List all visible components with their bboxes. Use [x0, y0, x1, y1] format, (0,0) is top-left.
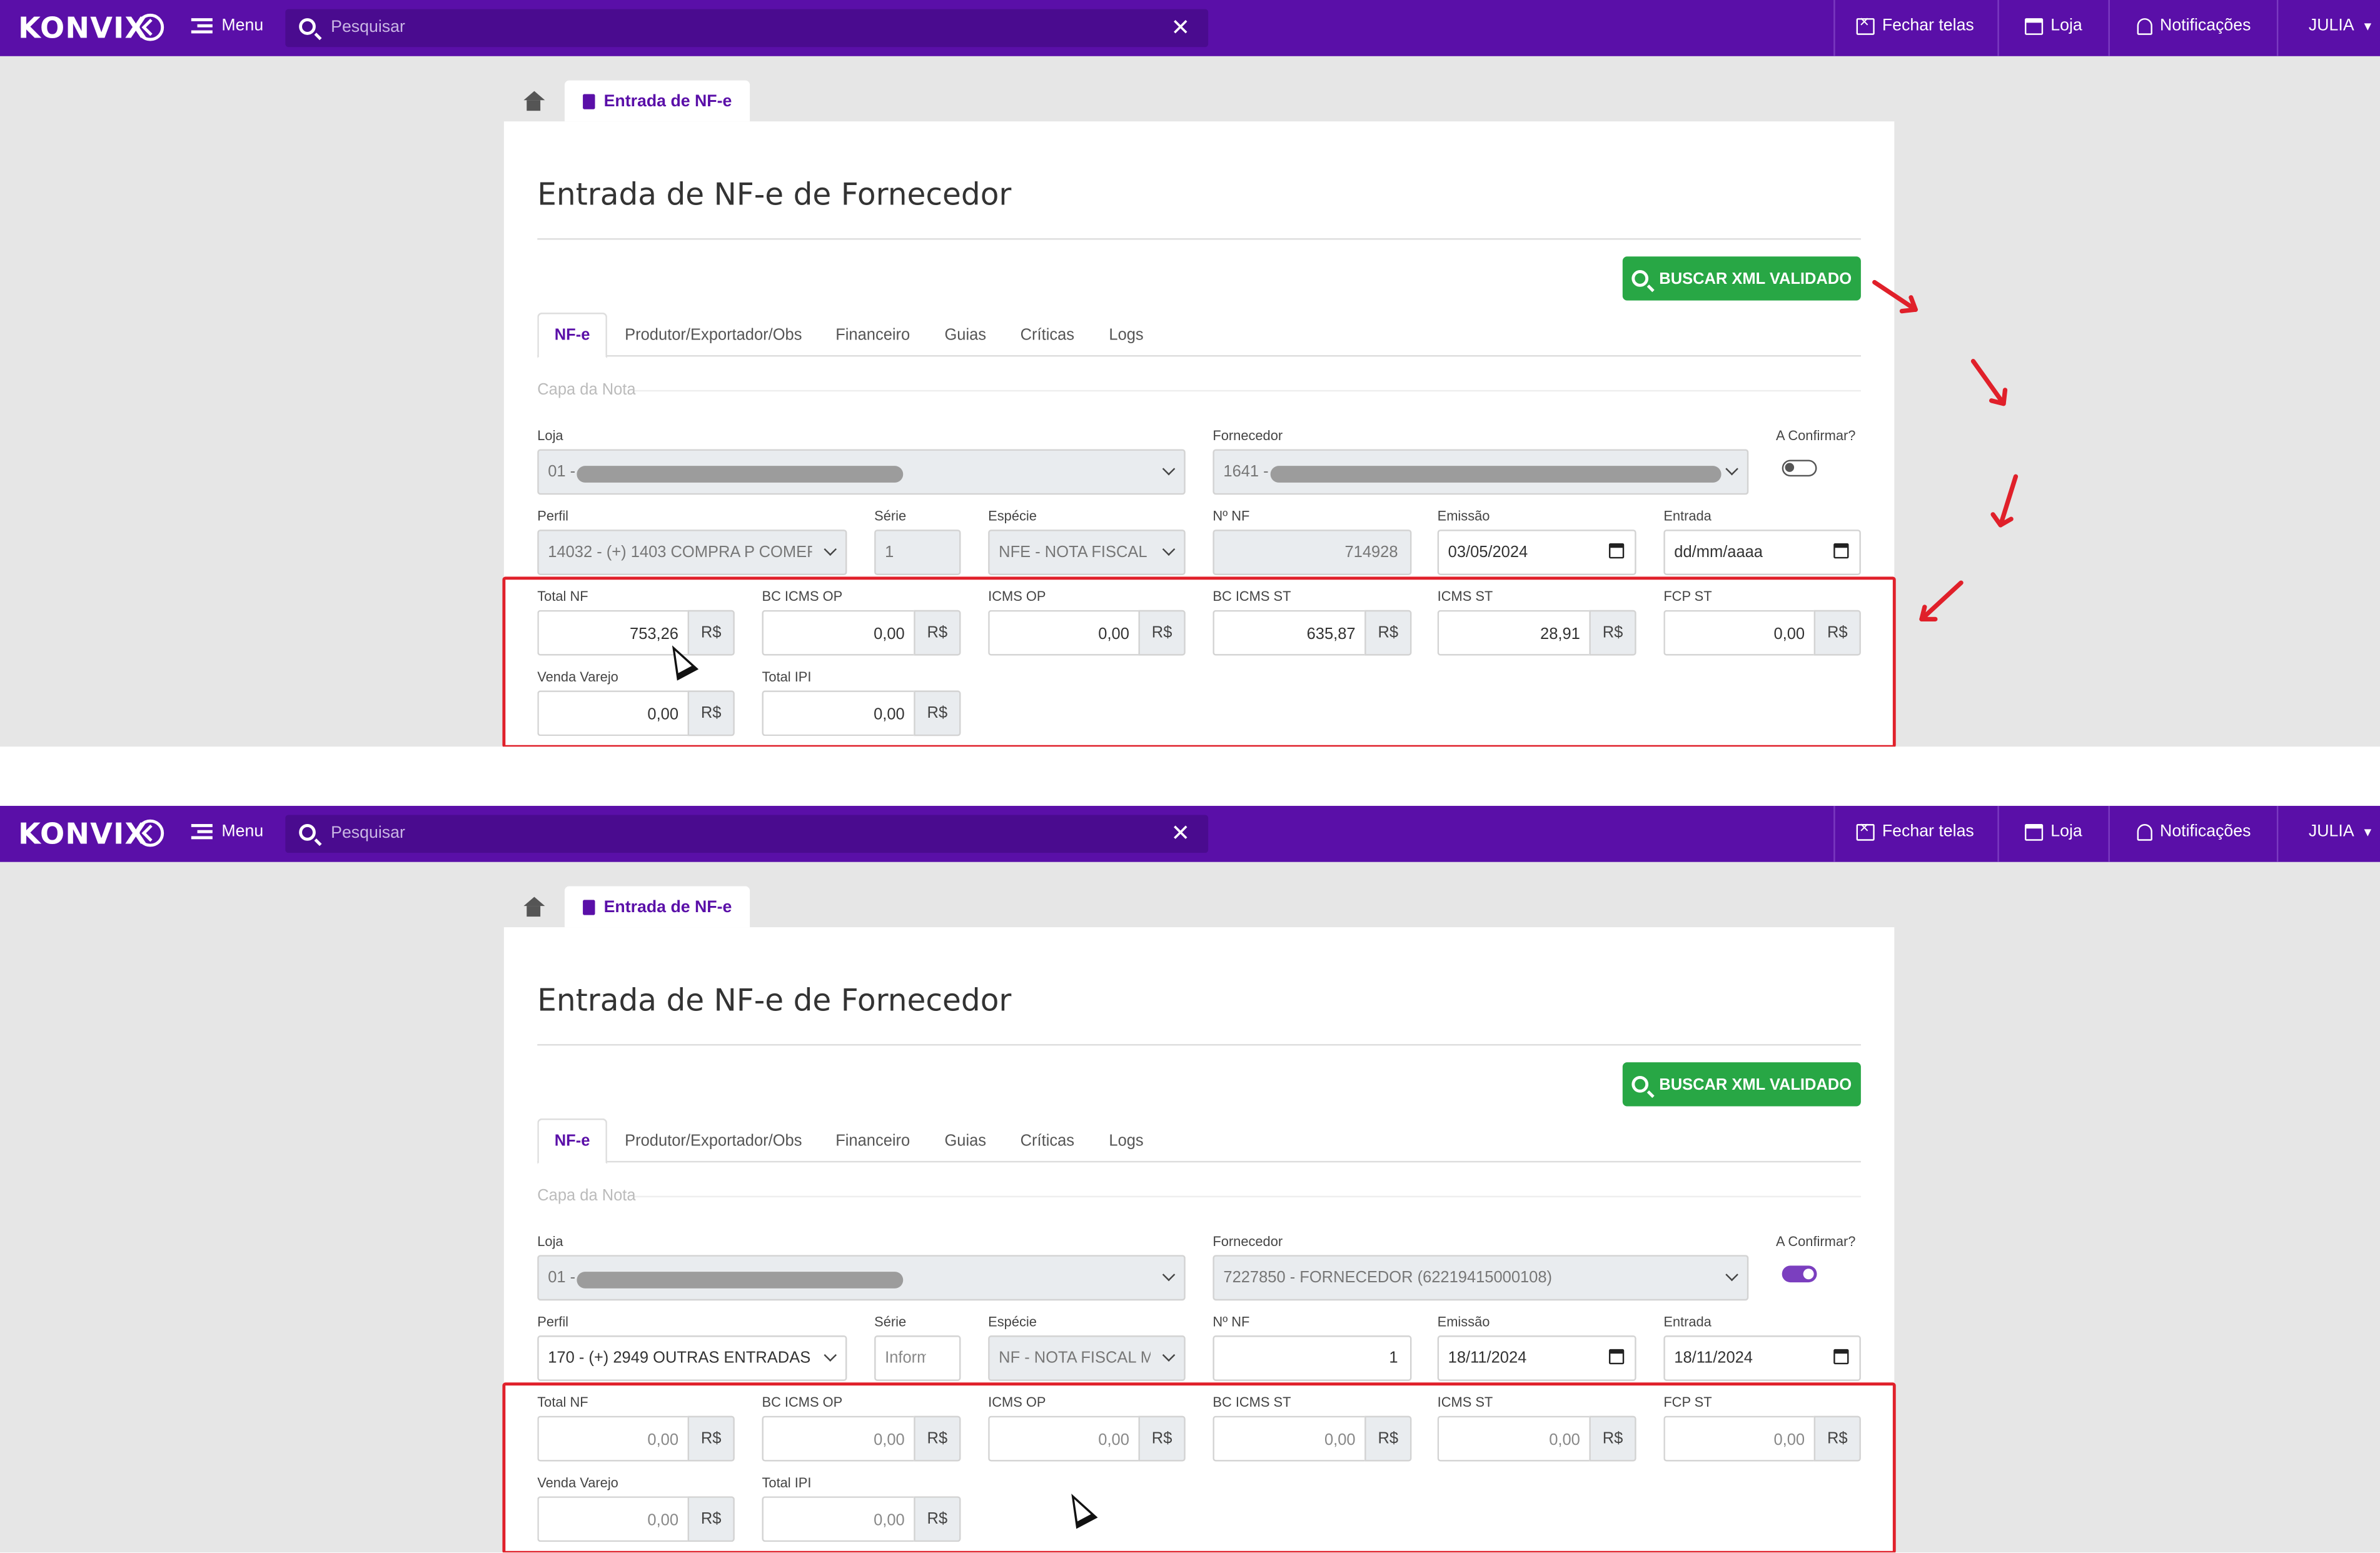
divider [2108, 805, 2110, 862]
fornecedor-select[interactable]: 7227850 - FORNECEDOR (62219415000108) [1213, 1255, 1749, 1301]
nnf-field[interactable]: 1 [1213, 1335, 1412, 1381]
tab-produtor[interactable]: Produtor/Exportador/Obs [622, 1118, 804, 1162]
store-label: Loja [2050, 822, 2082, 841]
tab-nfe[interactable]: NF-e [537, 1118, 607, 1164]
user-menu[interactable]: JULIA ▼ [2309, 823, 2374, 841]
logo-arrow-icon [136, 819, 164, 847]
section-title: Capa da Nota [537, 1187, 636, 1205]
perfil-label: Perfil [537, 1314, 569, 1330]
a-confirmar-label: A Confirmar? [1775, 1234, 1856, 1249]
emissao-value: 18/11/2024 [1448, 1349, 1527, 1367]
user-label: JULIA [2308, 822, 2354, 841]
page-title: Entrada de NF-e de Fornecedor [537, 982, 1012, 1018]
nnf-label: Nº NF [1213, 1314, 1250, 1330]
toggle-knob [1803, 1269, 1814, 1280]
menu-button[interactable]: Menu [191, 823, 263, 841]
loja-label: Loja [537, 1234, 563, 1249]
search-bar[interactable]: Pesquisar ✕ [285, 815, 1209, 853]
close-tabs-button[interactable]: Fechar telas [1856, 819, 1974, 841]
fornecedor-value: 7227850 - FORNECEDOR (62219415000108) [1223, 1269, 1553, 1287]
calendar-icon[interactable] [1608, 1349, 1625, 1365]
chevron-down-icon [1725, 1268, 1738, 1282]
close-tabs-label: Fechar telas [1882, 822, 1974, 841]
loja-select[interactable]: 01 - [537, 1255, 1186, 1301]
especie-label: Espécie [988, 1314, 1037, 1330]
tab-guias[interactable]: Guias [941, 1118, 990, 1162]
menu-label: Menu [221, 822, 264, 841]
divider [2276, 805, 2279, 862]
divider [1833, 805, 1835, 862]
divider [1997, 805, 1999, 862]
chevron-down-icon [1162, 1349, 1176, 1362]
form-tabs: NF-e Produtor/Exportador/Obs Financeiro … [537, 1118, 1861, 1164]
chevron-down-icon: ▼ [2361, 825, 2374, 839]
especie-value: NF - NOTA FISCAL MODE [999, 1349, 1151, 1367]
konvix-logo[interactable]: KONVIX [18, 818, 148, 851]
search-icon [299, 824, 316, 841]
search-icon [1631, 1075, 1649, 1093]
store-icon [2025, 823, 2044, 840]
search-input[interactable]: Pesquisar [331, 824, 405, 842]
search-xml-label: BUSCAR XML VALIDADO [1659, 1075, 1852, 1093]
red-arrow-icon [1872, 279, 1918, 314]
emissao-date[interactable]: 18/11/2024 [1437, 1335, 1636, 1381]
highlight-box [502, 1382, 1896, 1553]
red-arrow-icon [1970, 359, 2008, 406]
tab-entrada-nfe[interactable]: Entrada de NF-e [564, 886, 750, 928]
entrada-date[interactable]: 18/11/2024 [1663, 1335, 1861, 1381]
hamburger-icon [191, 823, 213, 840]
annotation-arrows [1872, 279, 2019, 621]
store-button[interactable]: Loja [2025, 823, 2082, 841]
entrada-value: 18/11/2024 [1674, 1349, 1753, 1367]
close-icon[interactable]: ✕ [1171, 820, 1190, 847]
a-confirmar-toggle[interactable] [1782, 1265, 1817, 1283]
fornecedor-label: Fornecedor [1213, 1234, 1283, 1249]
top-navbar: KONVIX Menu Pesquisar ✕ Fechar telas Loj… [0, 805, 2380, 862]
red-arrow-icon [1919, 580, 1964, 621]
serie-label: Série [874, 1314, 907, 1330]
red-arrow-icon [1990, 474, 2019, 528]
perfil-value: 170 - (+) 2949 OUTRAS ENTRADAS DE [548, 1349, 812, 1367]
home-icon[interactable] [522, 897, 545, 917]
document-icon [582, 899, 595, 915]
serie-value: Informe a [885, 1349, 926, 1367]
notifications-button[interactable]: Notificações [2137, 823, 2251, 841]
entrada-label: Entrada [1663, 1314, 1712, 1330]
perfil-select[interactable]: 170 - (+) 2949 OUTRAS ENTRADAS DE [537, 1335, 847, 1381]
nnf-value: 1 [1389, 1349, 1398, 1367]
notifications-label: Notificações [2160, 822, 2251, 841]
title-divider [537, 1043, 1861, 1046]
serie-field[interactable]: Informe a [874, 1335, 961, 1381]
screenshot-root: KONVIX Menu Pesquisar ✕ Fechar telas Loj… [0, 0, 2380, 1553]
emissao-label: Emissão [1437, 1314, 1490, 1330]
chevron-down-icon [824, 1349, 837, 1362]
calendar-icon[interactable] [1833, 1349, 1849, 1365]
screenshot-panel: KONVIX Menu Pesquisar ✕ Fechar telas Loj… [0, 0, 2380, 747]
bell-icon [2137, 823, 2152, 840]
search-xml-button[interactable]: BUSCAR XML VALIDADO [1622, 1062, 1861, 1107]
redacted-text [577, 1272, 904, 1289]
tab-logs[interactable]: Logs [1105, 1118, 1147, 1162]
especie-select[interactable]: NF - NOTA FISCAL MODE [988, 1335, 1186, 1381]
tab-financeiro[interactable]: Financeiro [829, 1118, 917, 1162]
tab-label: Entrada de NF-e [603, 897, 732, 916]
close-tabs-icon [1856, 819, 1875, 840]
tab-criticas[interactable]: Críticas [1017, 1118, 1077, 1162]
section-divider [634, 1195, 1861, 1198]
screenshot-panel: KONVIX Menu Pesquisar ✕ Fechar telas Loj… [0, 805, 2380, 1553]
chevron-down-icon [1162, 1268, 1176, 1282]
